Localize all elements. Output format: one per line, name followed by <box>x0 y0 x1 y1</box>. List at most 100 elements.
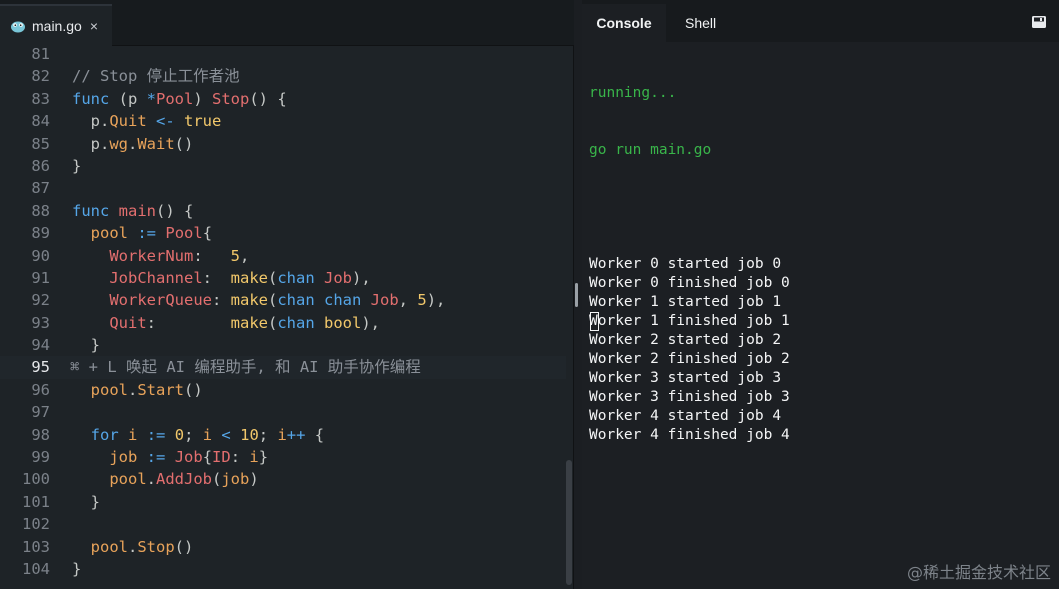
code-line[interactable]: 95 ⌘ + L 唤起 AI 编程助手, 和 AI 助手协作编程 <box>0 356 566 379</box>
line-number: 97 <box>31 403 50 422</box>
code-token: i <box>128 425 138 444</box>
code-token: chan <box>324 291 362 310</box>
line-number: 83 <box>31 89 50 108</box>
code-token: () <box>174 134 194 153</box>
code-token: { <box>305 425 325 444</box>
line-number: 93 <box>31 313 50 332</box>
code-line[interactable]: 93 Quit: make(chan bool), <box>0 312 566 334</box>
code-line[interactable]: 96 pool.Start() <box>0 379 566 401</box>
pane-resize-handle[interactable] <box>575 283 578 307</box>
line-source <box>50 43 72 65</box>
terminal-cursor <box>590 312 599 331</box>
code-line[interactable]: 90 WorkerNum: 5, <box>0 245 566 267</box>
code-token: // Stop 停止工作者池 <box>72 67 240 86</box>
code-token: Pool <box>156 89 194 108</box>
code-token: ), <box>352 268 371 287</box>
code-token: ID <box>212 448 231 467</box>
code-token: Quit <box>109 313 147 332</box>
code-token: func <box>72 201 110 220</box>
code-line[interactable]: 84 p.Quit <- true <box>0 110 566 132</box>
code-token: 5 <box>417 291 427 310</box>
line-source: } <box>50 491 100 513</box>
line-source: Quit: make(chan bool), <box>50 312 380 334</box>
code-editor[interactable]: main.go × 81 82 // Stop 停止工作者池 83 func ( p *P… <box>0 0 574 589</box>
code-token: ) <box>193 89 213 108</box>
output-line: Worker 0 finished job 0 <box>589 275 790 291</box>
tab-console[interactable]: Console <box>582 4 666 42</box>
code-token: JobChannel <box>109 268 203 287</box>
code-token: := <box>146 425 166 444</box>
code-token: make <box>230 268 268 287</box>
code-line[interactable]: 94 } <box>0 334 566 356</box>
console-pane[interactable]: Console Shell running... go run main.go … <box>582 0 1059 589</box>
line-source <box>50 401 72 423</box>
code-token: : <box>202 268 231 287</box>
code-token: pool <box>109 470 147 489</box>
code-line[interactable]: 82 // Stop 停止工作者池 <box>0 65 566 87</box>
code-token: { <box>202 448 213 467</box>
output-line: Worker 3 started job 3 <box>589 370 782 386</box>
code-token: * <box>146 89 157 108</box>
code-line[interactable]: 100 pool.AddJob(job) <box>0 468 566 490</box>
line-source: // Stop 停止工作者池 <box>50 65 240 87</box>
code-token: p <box>128 89 147 108</box>
code-token: , <box>398 291 418 310</box>
code-token: ; <box>258 425 278 444</box>
line-number: 98 <box>31 425 50 444</box>
code-line[interactable]: 88 func main() { <box>0 200 566 222</box>
tab-shell[interactable]: Shell <box>685 4 716 42</box>
code-line[interactable]: 83 func (p *Pool) Stop() { <box>0 88 566 110</box>
code-line[interactable]: 85 p.wg.Wait() <box>0 133 566 155</box>
line-number: 101 <box>22 492 50 511</box>
line-source: JobChannel: make(chan Job), <box>50 267 371 289</box>
code-token: ( <box>267 268 278 287</box>
code-token: bool <box>324 313 362 332</box>
code-line[interactable]: 103 pool.Stop() <box>0 536 566 558</box>
code-token: pool <box>90 537 128 556</box>
code-line[interactable]: 86} <box>0 155 566 177</box>
code-token: ) <box>249 470 259 489</box>
code-line[interactable]: 99 job := Job{ID: i} <box>0 446 566 468</box>
code-token: func <box>72 89 110 108</box>
code-token: i <box>277 425 287 444</box>
code-token: job <box>221 470 250 489</box>
code-line[interactable]: 81 <box>0 43 566 65</box>
code-line[interactable]: 98 for i := 0; i < 10; i++ { <box>0 424 566 446</box>
code-line[interactable]: 89 pool := Pool{ <box>0 222 566 244</box>
code-line[interactable]: 91 JobChannel: make(chan Job), <box>0 267 566 289</box>
code-line[interactable]: 92 WorkerQueue: make(chan chan Job, 5), <box>0 289 566 311</box>
code-line[interactable]: 104} <box>0 558 566 580</box>
code-line[interactable]: 102 <box>0 513 566 535</box>
code-token: Job <box>324 268 352 287</box>
code-token: < <box>221 425 231 444</box>
code-token: : <box>230 448 250 467</box>
code-token: ), <box>361 313 380 332</box>
code-line[interactable]: 87 <box>0 177 566 199</box>
code-token: . <box>146 470 156 489</box>
code-token: 0 <box>174 425 185 444</box>
code-line[interactable]: 101 } <box>0 491 566 513</box>
line-source: pool.AddJob(job) <box>50 468 259 490</box>
code-token: () <box>174 537 194 556</box>
line-source: pool.Start() <box>50 379 203 401</box>
vertical-scrollbar[interactable] <box>566 460 572 585</box>
code-token: i <box>202 425 213 444</box>
output-lines: Worker 0 started job 0 Worker 0 finished … <box>589 255 1049 445</box>
line-number: 87 <box>31 179 50 198</box>
line-number: 91 <box>31 268 50 287</box>
save-icon[interactable] <box>1031 14 1047 28</box>
code-line[interactable]: 97 <box>0 401 566 423</box>
close-icon[interactable]: × <box>90 18 98 34</box>
line-number: 82 <box>31 67 50 86</box>
tab-main-go[interactable]: main.go × <box>0 4 112 46</box>
code-token: Job <box>370 291 399 310</box>
code-lines[interactable]: 81 82// Stop 停止工作者池 83 func (p *Pool) Stop(… <box>0 43 566 580</box>
